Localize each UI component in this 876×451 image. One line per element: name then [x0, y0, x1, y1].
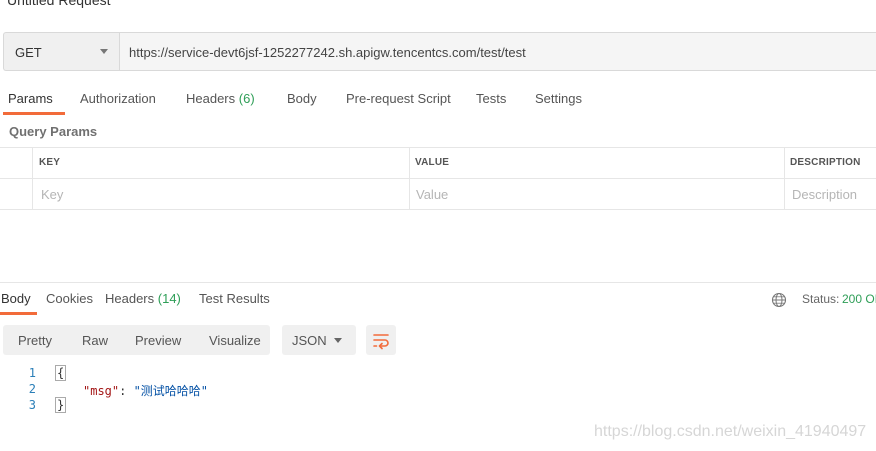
- tab-headers[interactable]: Headers (6): [186, 91, 255, 106]
- code-line-msg: "msg": "测试哈哈哈": [83, 382, 208, 399]
- code-open-brace: {: [55, 365, 67, 381]
- view-raw-button[interactable]: Raw: [82, 333, 108, 348]
- chevron-down-icon: [100, 49, 108, 54]
- json-key: "msg": [83, 384, 120, 398]
- tab-authorization[interactable]: Authorization: [80, 91, 156, 106]
- tab-headers-label: Headers: [186, 91, 236, 106]
- response-tab-cookies[interactable]: Cookies: [46, 291, 93, 306]
- url-text: https://service-devt6jsf-1252277242.sh.a…: [129, 45, 526, 60]
- tab-settings[interactable]: Settings: [535, 91, 582, 106]
- response-tab-headers[interactable]: Headers (14): [105, 291, 181, 306]
- status-value: 200 OK: [842, 292, 876, 306]
- response-tab-test-results[interactable]: Test Results: [199, 291, 270, 306]
- column-header-value: VALUE: [415, 157, 450, 168]
- table-divider: [0, 147, 876, 148]
- view-visualize-button[interactable]: Visualize: [209, 333, 261, 348]
- tab-params[interactable]: Params: [8, 91, 53, 106]
- table-divider: [0, 209, 876, 210]
- line-number: 2: [28, 382, 36, 396]
- table-divider: [784, 147, 785, 210]
- line-number: 3: [28, 398, 36, 412]
- url-input[interactable]: https://service-devt6jsf-1252277242.sh.a…: [119, 32, 876, 71]
- response-tab-body[interactable]: Body: [1, 291, 31, 306]
- json-value: "测试哈哈哈": [133, 384, 209, 398]
- method-select[interactable]: GET: [3, 32, 119, 71]
- response-tab-headers-label: Headers: [105, 291, 155, 306]
- table-divider: [409, 147, 410, 210]
- param-key-input[interactable]: Key: [41, 187, 63, 202]
- wrap-lines-button[interactable]: [366, 325, 396, 355]
- view-pretty-button[interactable]: Pretty: [18, 333, 52, 348]
- column-header-key: KEY: [39, 157, 61, 168]
- table-divider: [32, 147, 33, 210]
- open-brace-text: {: [55, 365, 67, 381]
- code-close-brace: }: [55, 397, 67, 413]
- chevron-down-icon: [334, 338, 342, 343]
- line-number: 1: [28, 366, 36, 380]
- tab-body[interactable]: Body: [287, 91, 317, 106]
- active-tab-indicator: [3, 112, 65, 115]
- tab-prerequest-script[interactable]: Pre-request Script: [346, 91, 451, 106]
- active-response-tab-indicator: [0, 312, 37, 315]
- globe-icon[interactable]: [771, 292, 787, 308]
- view-preview-button[interactable]: Preview: [135, 333, 181, 348]
- json-colon: :: [119, 384, 134, 398]
- watermark: https://blog.csdn.net/weixin_41940497: [594, 423, 867, 440]
- param-description-input[interactable]: Description: [792, 187, 857, 202]
- param-value-input[interactable]: Value: [416, 187, 448, 202]
- format-label: JSON: [292, 333, 327, 348]
- response-headers-count-badge: (14): [157, 291, 181, 306]
- column-header-description: DESCRIPTION: [790, 157, 861, 168]
- headers-count-badge: (6): [238, 91, 255, 106]
- table-divider: [0, 178, 876, 179]
- query-params-label: Query Params: [9, 124, 98, 139]
- method-label: GET: [15, 45, 42, 60]
- tab-tests[interactable]: Tests: [476, 91, 506, 106]
- close-brace-text: }: [55, 397, 67, 413]
- request-title[interactable]: Untitled Request: [7, 0, 111, 8]
- status-label: Status:: [802, 292, 840, 306]
- response-divider: [0, 282, 876, 283]
- wrap-lines-icon: [373, 334, 389, 350]
